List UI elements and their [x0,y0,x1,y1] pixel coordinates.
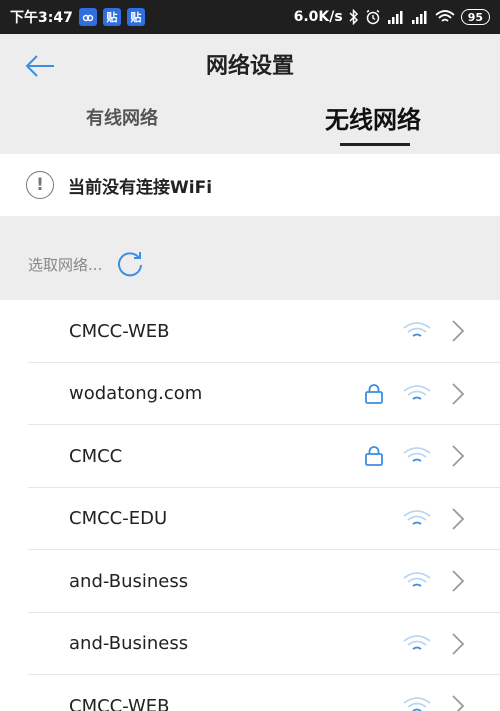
select-network-row: 选取网络... [0,216,500,300]
chevron-right-icon[interactable] [451,383,465,405]
network-item[interactable]: wodatong.com [0,363,500,426]
wifi-signal-icon [403,384,431,400]
lock-icon [365,383,383,404]
network-item[interactable]: CMCC-WEB [0,675,500,711]
tab-wireless[interactable]: 无线网络 [325,100,421,135]
chevron-right-icon[interactable] [451,633,465,655]
chevron-right-icon[interactable] [451,570,465,592]
tieba-icon: 贴 [126,8,145,26]
exclamation-icon: ! [26,171,54,199]
network-ssid: CMCC-WEB [69,695,170,711]
tab-indicator [340,143,410,146]
network-speed: 6.0K/s [293,9,343,25]
tab-wired[interactable]: 有线网络 [86,104,158,130]
network-list: CMCC-WEB wodatong.com CMCC CMCC-EDU and-Busi… [0,300,500,711]
network-item[interactable]: CMCC-EDU [0,488,500,551]
chevron-right-icon[interactable] [451,508,465,530]
wifi-signal-icon [403,572,431,587]
network-item[interactable]: and-Business [0,613,500,676]
connection-notice: ! 当前没有连接WiFi [0,154,500,216]
signal-hd-icon [411,10,429,24]
status-bar: 下午3:47 贴 贴 6.0K/s 95 [0,0,500,34]
alarm-icon [365,9,381,25]
network-item[interactable]: and-Business [0,550,500,613]
battery-indicator: 95 [460,9,490,25]
page-title: 网络设置 [205,54,294,79]
wifi-signal-icon [403,697,431,711]
wifi-signal-icon [403,634,431,650]
chevron-right-icon[interactable] [451,320,465,342]
tieba-icon: 贴 [102,8,121,26]
refresh-icon [118,252,143,277]
network-ssid: and-Business [69,633,189,655]
network-item[interactable]: CMCC [0,425,500,488]
network-ssid: CMCC [69,445,123,467]
cloud-icon [78,8,97,26]
select-network-label: 选取网络... [28,255,103,274]
notice-text: 当前没有连接WiFi [68,177,213,198]
chevron-right-icon[interactable] [451,445,465,467]
lock-icon [365,446,383,467]
network-ssid: wodatong.com [69,383,203,405]
network-ssid: CMCC-EDU [69,508,168,530]
bluetooth-icon [349,9,359,25]
wifi-signal-icon [403,447,431,462]
wifi-signal-icon [403,509,431,525]
wifi-status-icon [435,10,455,24]
network-ssid: and-Business [69,570,189,592]
refresh-button[interactable] [114,248,146,280]
header: 网络设置 有线网络 无线网络 [0,34,500,154]
status-time: 下午3:47 [10,10,73,26]
wifi-signal-icon [403,322,431,337]
network-ssid: CMCC-WEB [69,320,170,342]
signal-icon [387,10,405,24]
chevron-right-icon[interactable] [451,695,465,711]
network-item[interactable]: CMCC-WEB [0,300,500,363]
